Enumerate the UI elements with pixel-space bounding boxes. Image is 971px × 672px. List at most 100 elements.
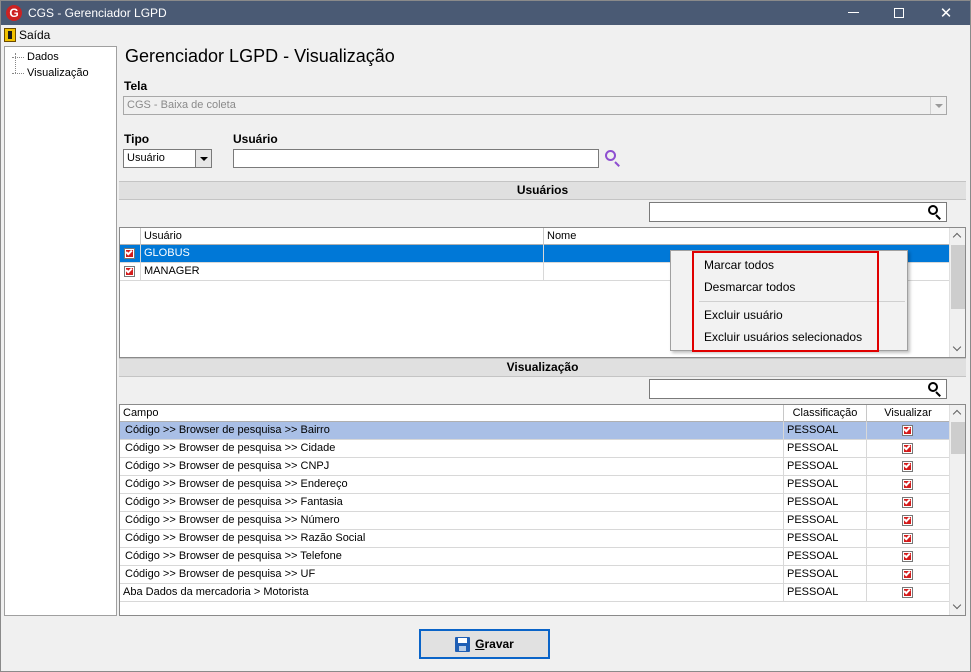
checkbox-checked[interactable] (902, 425, 913, 436)
cell-visualizar[interactable] (867, 458, 949, 476)
table-row[interactable]: Aba Dados da mercadoria > Motorista PESSO… (120, 584, 949, 602)
cell-campo: Aba Dados da mercadoria > Motorista (120, 584, 784, 602)
viz-grid-header: Campo Classificação Visualizar (120, 405, 949, 422)
scroll-thumb[interactable] (951, 422, 965, 454)
tree-item-label: Visualização (27, 67, 89, 79)
cell-visualizar[interactable] (867, 422, 949, 440)
table-row[interactable]: Código >> Browser de pesquisa >> Bairro P… (120, 422, 949, 440)
checkbox-checked[interactable] (902, 443, 913, 454)
users-scrollbar[interactable] (949, 228, 965, 357)
scroll-up-icon[interactable] (950, 405, 965, 421)
cell-visualizar[interactable] (867, 548, 949, 566)
scroll-down-icon[interactable] (950, 341, 965, 357)
menu-item-delete-selected-users[interactable]: Excluir usuários selecionados (704, 328, 862, 346)
window-title: CGS - Gerenciador LGPD (28, 6, 167, 20)
cell-visualizar[interactable] (867, 476, 949, 494)
cell-visualizar[interactable] (867, 530, 949, 548)
cell-classificacao: PESSOAL (784, 458, 867, 476)
check-icon (125, 266, 133, 274)
viz-scrollbar[interactable] (949, 405, 965, 615)
chevron-down-icon[interactable] (930, 97, 946, 114)
save-button-label: Gravar (475, 637, 514, 651)
table-row[interactable]: Código >> Browser de pesquisa >> Telefon… (120, 548, 949, 566)
table-row[interactable]: Código >> Browser de pesquisa >> UF PESSO… (120, 566, 949, 584)
cell-visualizar[interactable] (867, 584, 949, 602)
row-check-cell[interactable] (120, 245, 141, 263)
title-bar: G CGS - Gerenciador LGPD ✕ (1, 1, 970, 25)
usuario-label: Usuário (233, 132, 278, 146)
tipo-select[interactable]: Usuário (123, 149, 212, 168)
checkbox-checked[interactable] (902, 587, 913, 598)
tree-branch (12, 73, 24, 74)
table-row[interactable]: Código >> Browser de pesquisa >> Fantasi… (120, 494, 949, 512)
menu-item-delete-user[interactable]: Excluir usuário (704, 306, 783, 324)
cell-visualizar[interactable] (867, 566, 949, 584)
tipo-select-value: Usuário (127, 152, 165, 164)
search-icon-handle (935, 391, 941, 397)
users-section-header: Usuários (119, 181, 966, 200)
tree-item-visualizacao[interactable]: Visualização (5, 66, 115, 80)
scroll-up-icon[interactable] (950, 228, 965, 244)
menu-item-mark-all[interactable]: Marcar todos (704, 256, 774, 274)
cell-visualizar[interactable] (867, 440, 949, 458)
tela-select[interactable]: CGS - Baixa de coleta (123, 96, 947, 115)
chevron-down-icon[interactable] (195, 150, 211, 167)
checkbox-checked[interactable] (902, 479, 913, 490)
table-row[interactable]: Código >> Browser de pesquisa >> CNPJ PES… (120, 458, 949, 476)
table-row[interactable]: Código >> Browser de pesquisa >> Razão S… (120, 530, 949, 548)
tree-item-dados[interactable]: Dados (5, 50, 115, 64)
nav-tree: Dados Visualização (4, 46, 117, 616)
cell-classificacao: PESSOAL (784, 530, 867, 548)
check-icon (903, 425, 911, 433)
maximize-icon (894, 8, 904, 18)
usuario-input[interactable] (233, 149, 599, 168)
cell-classificacao: PESSOAL (784, 494, 867, 512)
search-icon[interactable] (928, 205, 942, 220)
users-col-usuario[interactable]: Usuário (141, 228, 544, 245)
cell-visualizar[interactable] (867, 494, 949, 512)
users-filter-input[interactable] (649, 202, 947, 222)
menu-item-unmark-all[interactable]: Desmarcar todos (704, 278, 795, 296)
cell-classificacao: PESSOAL (784, 512, 867, 530)
checkbox-checked[interactable] (902, 551, 913, 562)
row-check-cell[interactable] (120, 263, 141, 281)
viz-col-campo[interactable]: Campo (120, 405, 784, 422)
exit-door-icon (4, 28, 16, 42)
table-row[interactable]: Código >> Browser de pesquisa >> Cidade P… (120, 440, 949, 458)
maximize-button[interactable] (877, 1, 923, 25)
checkbox-checked[interactable] (902, 461, 913, 472)
menu-exit[interactable]: Saída (4, 27, 50, 43)
tipo-label: Tipo (124, 132, 150, 146)
tela-label: Tela (124, 79, 148, 93)
viz-col-classificacao[interactable]: Classificação (784, 405, 867, 422)
search-icon[interactable] (928, 382, 942, 397)
scroll-thumb[interactable] (951, 245, 965, 309)
viz-filter-input[interactable] (649, 379, 947, 399)
checkbox-checked[interactable] (902, 569, 913, 580)
check-icon (903, 533, 911, 541)
cell-campo: Código >> Browser de pesquisa >> Bairro (120, 422, 784, 440)
minimize-icon (848, 12, 859, 13)
checkbox-checked[interactable] (902, 533, 913, 544)
users-col-nome[interactable]: Nome (544, 228, 949, 245)
minimize-button[interactable] (831, 1, 877, 25)
table-row[interactable]: Código >> Browser de pesquisa >> Número P… (120, 512, 949, 530)
check-icon (903, 569, 911, 577)
save-button[interactable]: Gravar (419, 629, 550, 659)
app-window: G CGS - Gerenciador LGPD ✕ Saída Dados V… (0, 0, 971, 672)
viz-col-visualizar[interactable]: Visualizar (867, 405, 949, 422)
scroll-down-icon[interactable] (950, 599, 965, 615)
checkbox-checked[interactable] (124, 266, 135, 277)
close-button[interactable]: ✕ (923, 1, 969, 25)
tree-item-label: Dados (27, 51, 59, 63)
checkbox-checked[interactable] (902, 515, 913, 526)
tree-branch (12, 57, 24, 58)
table-row[interactable]: Código >> Browser de pesquisa >> Endereç… (120, 476, 949, 494)
checkbox-checked[interactable] (124, 248, 135, 259)
search-user-button[interactable] (603, 148, 623, 168)
app-logo-icon: G (6, 5, 22, 21)
check-icon (903, 551, 911, 559)
cell-classificacao: PESSOAL (784, 476, 867, 494)
cell-visualizar[interactable] (867, 512, 949, 530)
checkbox-checked[interactable] (902, 497, 913, 508)
